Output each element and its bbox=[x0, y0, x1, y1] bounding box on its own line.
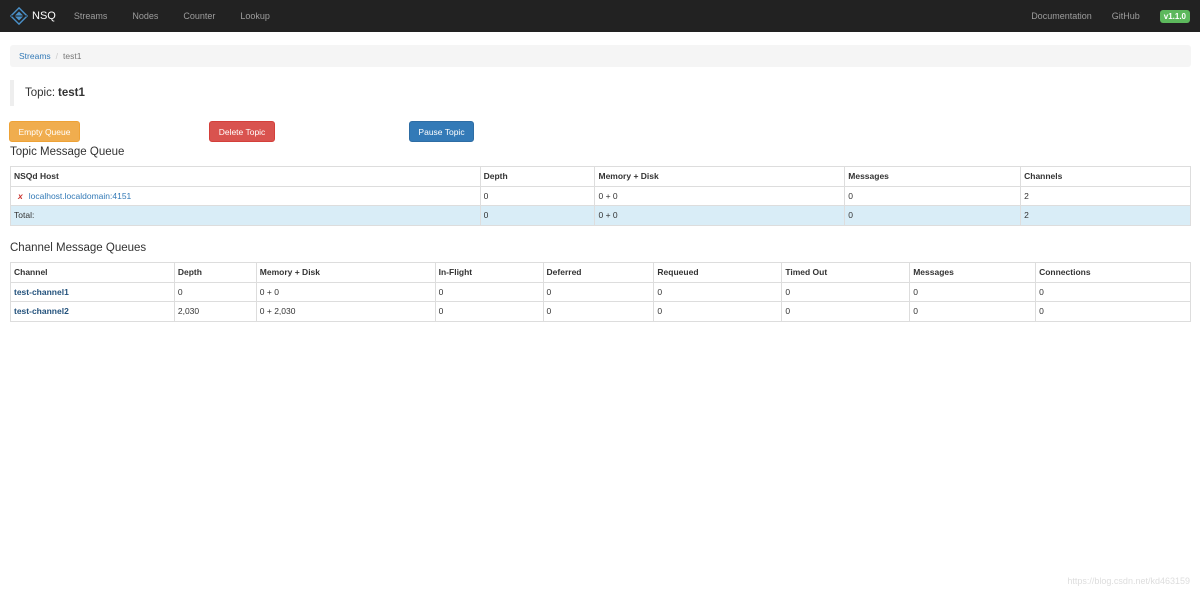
nav-nodes[interactable]: Nodes bbox=[132, 0, 158, 32]
page-title: Topic: test1 bbox=[10, 80, 1191, 106]
total-messages: 0 bbox=[844, 205, 1022, 226]
memory-disk-cell: 0 + 2,030 bbox=[255, 301, 436, 322]
col-depth: Depth bbox=[479, 166, 596, 187]
breadcrumb-separator: / bbox=[55, 51, 59, 61]
col-memory-disk: Memory + Disk bbox=[255, 262, 436, 283]
channel-queue-table: Channel Depth Memory + Disk In-Flight De… bbox=[10, 262, 1191, 322]
col-deferred: Deferred bbox=[542, 262, 655, 283]
table-row: x localhost.localdomain:4151 0 0 + 0 0 2 bbox=[10, 185, 1191, 206]
brand-name: NSQ bbox=[32, 10, 56, 22]
channel-cell: test-channel2 bbox=[10, 301, 175, 322]
x-mark-icon: x bbox=[18, 190, 23, 201]
total-memory-disk: 0 + 0 bbox=[594, 205, 846, 226]
version-badge: v1.1.0 bbox=[1159, 9, 1190, 23]
total-channels: 2 bbox=[1020, 205, 1191, 226]
total-depth: 0 bbox=[479, 205, 596, 226]
col-connections: Connections bbox=[1035, 262, 1191, 283]
requeued-cell: 0 bbox=[653, 281, 783, 302]
messages-cell: 0 bbox=[844, 185, 1022, 206]
memory-disk-cell: 0 + 0 bbox=[594, 185, 846, 206]
messages-cell: 0 bbox=[909, 281, 1037, 302]
depth-cell: 0 bbox=[173, 281, 257, 302]
timed-out-cell: 0 bbox=[781, 301, 911, 322]
channel-queue-title: Channel Message Queues bbox=[10, 242, 147, 254]
nav-documentation[interactable]: Documentation bbox=[1031, 0, 1092, 32]
connections-cell: 0 bbox=[1035, 301, 1191, 322]
table-header-row: Channel Depth Memory + Disk In-Flight De… bbox=[10, 262, 1191, 283]
nav-main: Streams Nodes Counter Lookup bbox=[74, 0, 295, 32]
breadcrumb: Streams / test1 bbox=[10, 45, 1191, 67]
col-channels: Channels bbox=[1020, 166, 1191, 187]
empty-queue-button[interactable]: Empty Queue bbox=[9, 121, 80, 142]
topic-queue-table: NSQd Host Depth Memory + Disk Messages C… bbox=[10, 166, 1191, 226]
watermark: https://blog.csdn.net/kd463159 bbox=[1067, 576, 1190, 586]
navbar: NSQ Streams Nodes Counter Lookup Documen… bbox=[0, 0, 1200, 32]
total-label: Total: bbox=[10, 205, 481, 226]
col-messages: Messages bbox=[844, 166, 1022, 187]
timed-out-cell: 0 bbox=[781, 281, 911, 302]
col-depth: Depth bbox=[173, 262, 257, 283]
topic-name: test1 bbox=[58, 87, 85, 99]
table-row: test-channel1 0 0 + 0 0 0 0 0 0 0 bbox=[10, 281, 1191, 302]
nav-streams[interactable]: Streams bbox=[74, 0, 108, 32]
total-row: Total: 0 0 + 0 0 2 bbox=[10, 205, 1191, 226]
host-link[interactable]: localhost.localdomain:4151 bbox=[29, 191, 132, 201]
col-requeued: Requeued bbox=[653, 262, 783, 283]
delete-topic-button[interactable]: Delete Topic bbox=[209, 121, 275, 142]
topic-label: Topic: bbox=[25, 87, 56, 99]
nsq-logo-icon bbox=[10, 7, 28, 25]
depth-cell: 2,030 bbox=[173, 301, 257, 322]
deferred-cell: 0 bbox=[542, 301, 655, 322]
nav-counter[interactable]: Counter bbox=[183, 0, 215, 32]
breadcrumb-current: test1 bbox=[63, 51, 82, 61]
channel-link-test-channel2[interactable]: test-channel2 bbox=[14, 306, 69, 316]
channels-cell: 2 bbox=[1020, 185, 1191, 206]
breadcrumb-streams[interactable]: Streams bbox=[19, 51, 51, 61]
nav-github[interactable]: GitHub bbox=[1112, 0, 1140, 32]
brand[interactable]: NSQ bbox=[10, 0, 56, 32]
table-row: test-channel2 2,030 0 + 2,030 0 0 0 0 0 … bbox=[10, 301, 1191, 322]
col-in-flight: In-Flight bbox=[434, 262, 544, 283]
col-messages: Messages bbox=[909, 262, 1037, 283]
pause-topic-button[interactable]: Pause Topic bbox=[409, 121, 474, 142]
memory-disk-cell: 0 + 0 bbox=[255, 281, 436, 302]
in-flight-cell: 0 bbox=[434, 301, 544, 322]
connections-cell: 0 bbox=[1035, 281, 1191, 302]
nav-secondary: Documentation GitHub v1.1.0 bbox=[1031, 0, 1200, 32]
col-timed-out: Timed Out bbox=[781, 262, 911, 283]
deferred-cell: 0 bbox=[542, 281, 655, 302]
requeued-cell: 0 bbox=[653, 301, 783, 322]
table-header-row: NSQd Host Depth Memory + Disk Messages C… bbox=[10, 166, 1191, 187]
channel-cell: test-channel1 bbox=[10, 281, 175, 302]
in-flight-cell: 0 bbox=[434, 281, 544, 302]
col-channel: Channel bbox=[10, 262, 175, 283]
depth-cell: 0 bbox=[479, 185, 596, 206]
host-cell: x localhost.localdomain:4151 bbox=[10, 185, 481, 206]
topic-queue-title: Topic Message Queue bbox=[10, 146, 125, 158]
col-nsqd-host: NSQd Host bbox=[10, 166, 481, 187]
nav-lookup[interactable]: Lookup bbox=[240, 0, 270, 32]
col-memory-disk: Memory + Disk bbox=[594, 166, 846, 187]
messages-cell: 0 bbox=[909, 301, 1037, 322]
channel-link-test-channel1[interactable]: test-channel1 bbox=[14, 287, 69, 297]
